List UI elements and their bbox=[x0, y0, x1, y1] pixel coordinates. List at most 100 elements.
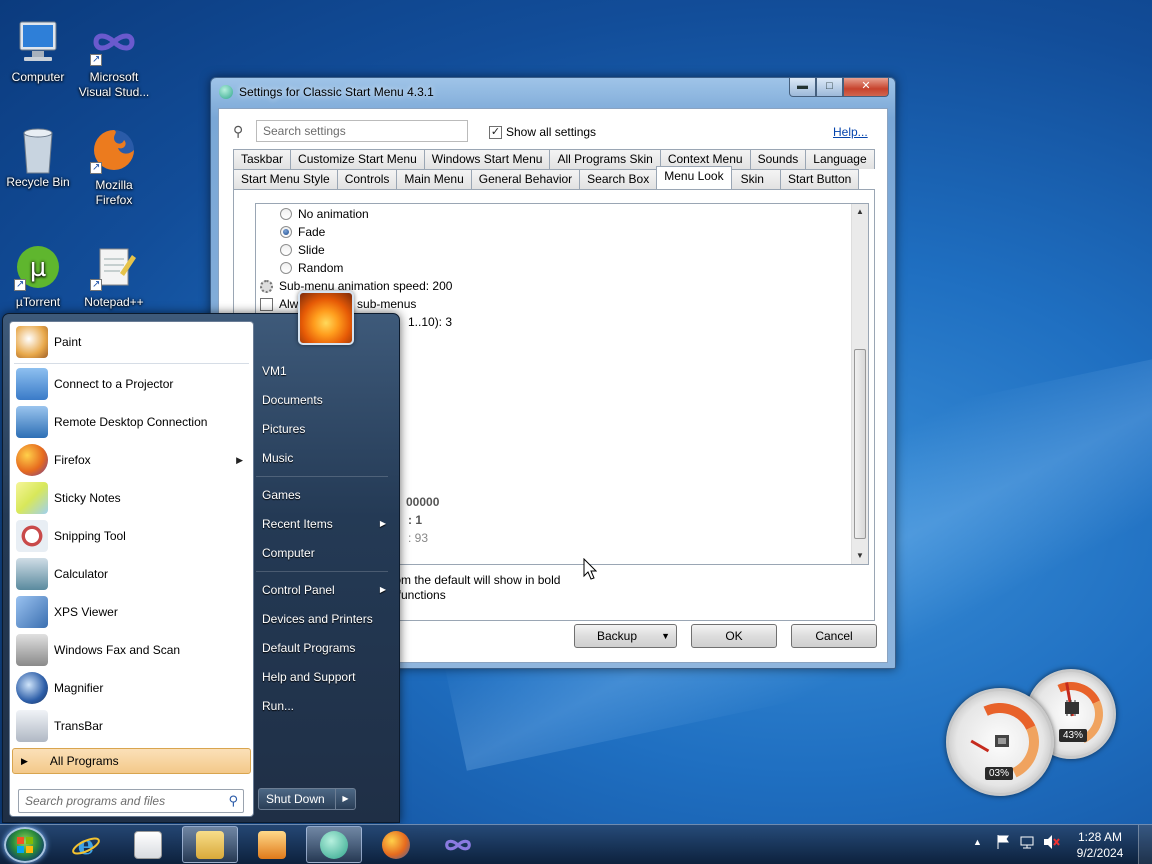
cancel-button[interactable]: Cancel bbox=[791, 624, 877, 648]
folder-icon bbox=[196, 830, 224, 859]
taskbar-classic-shell-settings[interactable] bbox=[306, 826, 362, 863]
taskbar-notepad-plus-plus[interactable] bbox=[120, 826, 176, 863]
taskbar-internet-explorer[interactable]: e bbox=[58, 826, 114, 863]
program-transbar[interactable]: TransBar bbox=[12, 708, 251, 744]
start-item-control-panel[interactable]: Control Panel ▶ bbox=[252, 577, 392, 603]
desktop-icon-visual-studio[interactable]: Microsoft Visual Stud... bbox=[76, 18, 152, 100]
tree-scrollbar[interactable]: ▲ ▼ bbox=[851, 204, 868, 564]
scroll-down-arrow-icon[interactable]: ▼ bbox=[852, 548, 868, 564]
shut-down-button[interactable]: Shut Down ▶ bbox=[258, 788, 356, 810]
show-desktop-button[interactable] bbox=[1138, 825, 1152, 864]
scroll-thumb[interactable] bbox=[854, 349, 866, 539]
minimize-button[interactable]: ▬ bbox=[789, 78, 816, 97]
tab-controls[interactable]: Controls bbox=[336, 169, 398, 189]
snipping-tool-icon bbox=[16, 520, 48, 552]
tab-windows-start-menu[interactable]: Windows Start Menu bbox=[423, 149, 551, 169]
show-all-settings-row[interactable]: ✓ Show all settings bbox=[489, 125, 596, 139]
network-icon[interactable] bbox=[1019, 834, 1035, 850]
option-label: : 1 bbox=[408, 513, 423, 527]
show-hidden-icons-button[interactable]: ▲ bbox=[973, 837, 982, 847]
start-search-input[interactable]: Search programs and files ⚲ bbox=[18, 789, 244, 813]
remote-desktop-icon bbox=[16, 406, 48, 438]
backup-button[interactable]: Backup ▼ bbox=[574, 624, 677, 648]
program-calculator[interactable]: Calculator bbox=[12, 556, 251, 592]
tab-search-box[interactable]: Search Box bbox=[579, 169, 658, 189]
start-button[interactable] bbox=[4, 827, 46, 863]
start-item-music[interactable]: Music bbox=[252, 445, 392, 471]
program-firefox[interactable]: Firefox ▶ bbox=[12, 442, 251, 478]
start-item-computer[interactable]: Computer bbox=[252, 540, 392, 566]
help-link[interactable]: Help... bbox=[833, 125, 868, 139]
program-connect-to-projector[interactable]: Connect to a Projector bbox=[12, 366, 251, 402]
desktop-icon-notepad-plus-plus[interactable]: Notepad++ bbox=[76, 243, 152, 310]
program-magnifier[interactable]: Magnifier bbox=[12, 670, 251, 706]
tab-start-menu-style[interactable]: Start Menu Style bbox=[233, 169, 338, 189]
start-item-label: Recent Items bbox=[262, 517, 333, 531]
option-no-animation[interactable]: No animation bbox=[280, 205, 369, 223]
program-remote-desktop[interactable]: Remote Desktop Connection bbox=[12, 404, 251, 440]
always-submenus-checkbox[interactable] bbox=[260, 297, 273, 311]
start-item-documents[interactable]: Documents bbox=[252, 387, 392, 413]
tab-menu-look[interactable]: Menu Look bbox=[656, 166, 732, 189]
start-item-vm1[interactable]: VM1 bbox=[252, 358, 392, 384]
option-submenu-speed[interactable]: Sub-menu animation speed: 200 bbox=[260, 277, 452, 295]
cpu-gauge-gadget[interactable]: 03% bbox=[946, 688, 1054, 796]
taskbar-windows-explorer[interactable] bbox=[182, 826, 238, 863]
taskbar-visual-studio[interactable] bbox=[430, 826, 486, 863]
program-xps-viewer[interactable]: XPS Viewer bbox=[12, 594, 251, 630]
windows-logo-icon bbox=[17, 837, 33, 853]
radio-random[interactable] bbox=[280, 262, 292, 274]
radio-fade[interactable] bbox=[280, 226, 292, 238]
option-partial-1[interactable]: 00000 bbox=[406, 493, 439, 511]
tab-sounds[interactable]: Sounds bbox=[749, 149, 807, 169]
program-snipping-tool[interactable]: Snipping Tool bbox=[12, 518, 251, 554]
all-programs-button[interactable]: ▶ All Programs bbox=[12, 748, 251, 774]
tab-general-behavior[interactable]: General Behavior bbox=[470, 169, 581, 189]
option-random[interactable]: Random bbox=[280, 259, 343, 277]
start-item-games[interactable]: Games bbox=[252, 482, 392, 508]
option-partial-3[interactable]: : 93 bbox=[408, 529, 428, 547]
tab-main-menu[interactable]: Main Menu bbox=[396, 169, 472, 189]
maximize-button[interactable]: □ bbox=[816, 78, 843, 97]
option-partial-2[interactable]: : 1 bbox=[408, 511, 422, 529]
search-icon[interactable]: ⚲ bbox=[228, 793, 238, 809]
action-center-flag-icon[interactable] bbox=[995, 834, 1011, 850]
desktop-icon-computer[interactable]: Computer bbox=[0, 18, 76, 85]
taskbar-clock[interactable]: 1:28 AM 9/2/2024 bbox=[1060, 829, 1140, 861]
tab-all-programs-skin[interactable]: All Programs Skin bbox=[549, 149, 661, 169]
radio-slide[interactable] bbox=[280, 244, 292, 256]
tab-language[interactable]: Language bbox=[805, 149, 875, 169]
shut-down-options-arrow-icon[interactable]: ▶ bbox=[335, 789, 355, 809]
taskbar-firefox[interactable] bbox=[368, 826, 424, 863]
program-paint[interactable]: Paint bbox=[12, 324, 251, 360]
search-settings-input[interactable]: Search settings bbox=[256, 120, 468, 142]
user-picture-avatar[interactable] bbox=[298, 291, 354, 345]
ok-button[interactable]: OK bbox=[691, 624, 777, 648]
volume-muted-icon[interactable] bbox=[1043, 834, 1061, 850]
option-fade[interactable]: Fade bbox=[280, 223, 325, 241]
start-item-pictures[interactable]: Pictures bbox=[252, 416, 392, 442]
option-slide[interactable]: Slide bbox=[280, 241, 325, 259]
start-item-help-and-support[interactable]: Help and Support bbox=[252, 664, 392, 690]
desktop-icon-utorrent[interactable]: µ µTorrent bbox=[0, 243, 76, 310]
scroll-up-arrow-icon[interactable]: ▲ bbox=[852, 204, 868, 220]
program-label: Magnifier bbox=[54, 681, 104, 695]
start-item-devices-and-printers[interactable]: Devices and Printers bbox=[252, 606, 392, 632]
option-partial-range[interactable]: 1..10): 3 bbox=[408, 313, 452, 331]
close-button[interactable]: ✕ bbox=[843, 78, 889, 97]
desktop-icon-recycle-bin[interactable]: Recycle Bin bbox=[0, 123, 76, 190]
start-item-recent-items[interactable]: Recent Items ▶ bbox=[252, 511, 392, 537]
program-sticky-notes[interactable]: Sticky Notes bbox=[12, 480, 251, 516]
taskbar-media-player[interactable] bbox=[244, 826, 300, 863]
radio-no-animation[interactable] bbox=[280, 208, 292, 220]
desktop-icon-label: Mozilla Firefox bbox=[95, 178, 133, 207]
start-item-run[interactable]: Run... bbox=[252, 693, 392, 719]
desktop-icon-firefox[interactable]: Mozilla Firefox bbox=[76, 126, 152, 208]
tab-customize-start-menu[interactable]: Customize Start Menu bbox=[290, 149, 425, 169]
tab-skin[interactable]: Skin bbox=[730, 169, 781, 189]
show-all-settings-checkbox[interactable]: ✓ bbox=[489, 125, 502, 139]
tab-start-button[interactable]: Start Button bbox=[779, 169, 860, 189]
start-item-default-programs[interactable]: Default Programs bbox=[252, 635, 392, 661]
tab-taskbar[interactable]: Taskbar bbox=[233, 149, 292, 169]
program-windows-fax-and-scan[interactable]: Windows Fax and Scan bbox=[12, 632, 251, 668]
